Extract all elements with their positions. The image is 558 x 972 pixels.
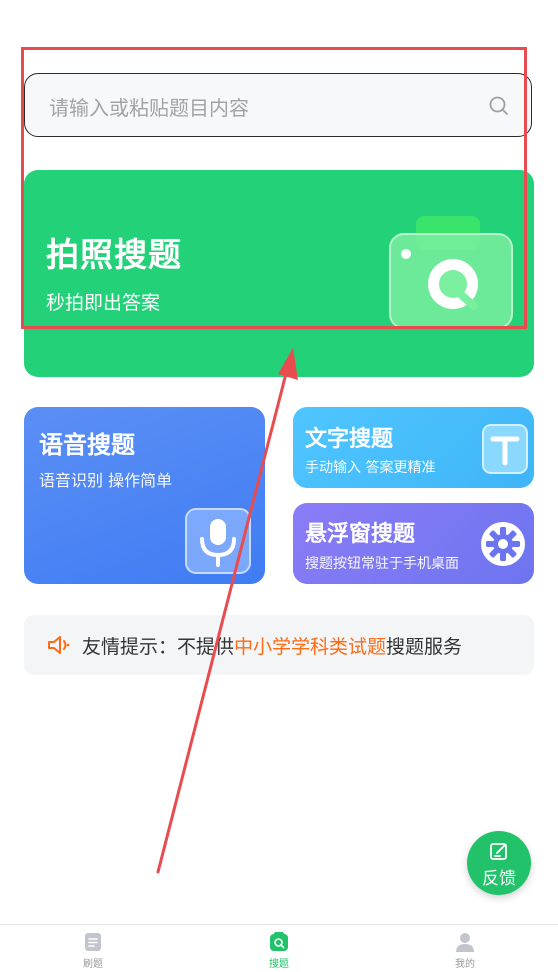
- float-window-search-title: 悬浮窗搜题: [305, 522, 416, 547]
- text-search-title: 文字搜题: [305, 427, 394, 452]
- notice-highlight: 中小学学科类试题: [234, 636, 387, 658]
- feedback-label: 反馈: [482, 869, 516, 889]
- gear-icon: [481, 522, 525, 566]
- tab-search-label: 搜题: [269, 959, 289, 970]
- float-window-search-subtitle: 搜题按钮常驻于手机桌面: [305, 556, 459, 572]
- notice-bar: 友情提示：不提供中小学学科类试题搜题服务: [24, 615, 534, 675]
- float-window-search-card[interactable]: 悬浮窗搜题 搜题按钮常驻于手机桌面: [293, 503, 534, 584]
- document-icon: [85, 933, 101, 951]
- tab-practice[interactable]: 刷题: [53, 925, 133, 972]
- edit-icon: [490, 843, 507, 860]
- notice-prefix: 友情提示：不提供: [82, 636, 235, 658]
- text-search-subtitle: 手动输入 答案更精准: [305, 460, 436, 476]
- tab-profile[interactable]: 我的: [425, 925, 505, 972]
- tab-practice-label: 刷题: [83, 959, 103, 970]
- feedback-button[interactable]: 反馈: [467, 831, 531, 895]
- text-search-card[interactable]: 文字搜题 手动输入 答案更精准: [293, 407, 534, 488]
- microphone-icon: [185, 508, 251, 574]
- tab-profile-label: 我的: [455, 959, 475, 970]
- notice-text: 友情提示：不提供中小学学科类试题搜题服务: [82, 632, 462, 659]
- voice-search-title: 语音搜题: [39, 431, 135, 459]
- text-t-icon: [482, 424, 528, 474]
- tab-search[interactable]: 搜题: [239, 925, 319, 972]
- annotation-highlight-box: [21, 47, 527, 329]
- voice-search-card[interactable]: 语音搜题 语音识别 操作简单: [24, 407, 265, 584]
- speaker-icon: [48, 636, 70, 654]
- user-icon: [456, 933, 474, 952]
- bottom-tab-bar: 刷题 搜题 我的: [0, 924, 558, 971]
- voice-search-subtitle: 语音识别 操作简单: [39, 471, 173, 490]
- notice-suffix: 搜题服务: [386, 636, 463, 658]
- search-tab-icon: [270, 932, 288, 951]
